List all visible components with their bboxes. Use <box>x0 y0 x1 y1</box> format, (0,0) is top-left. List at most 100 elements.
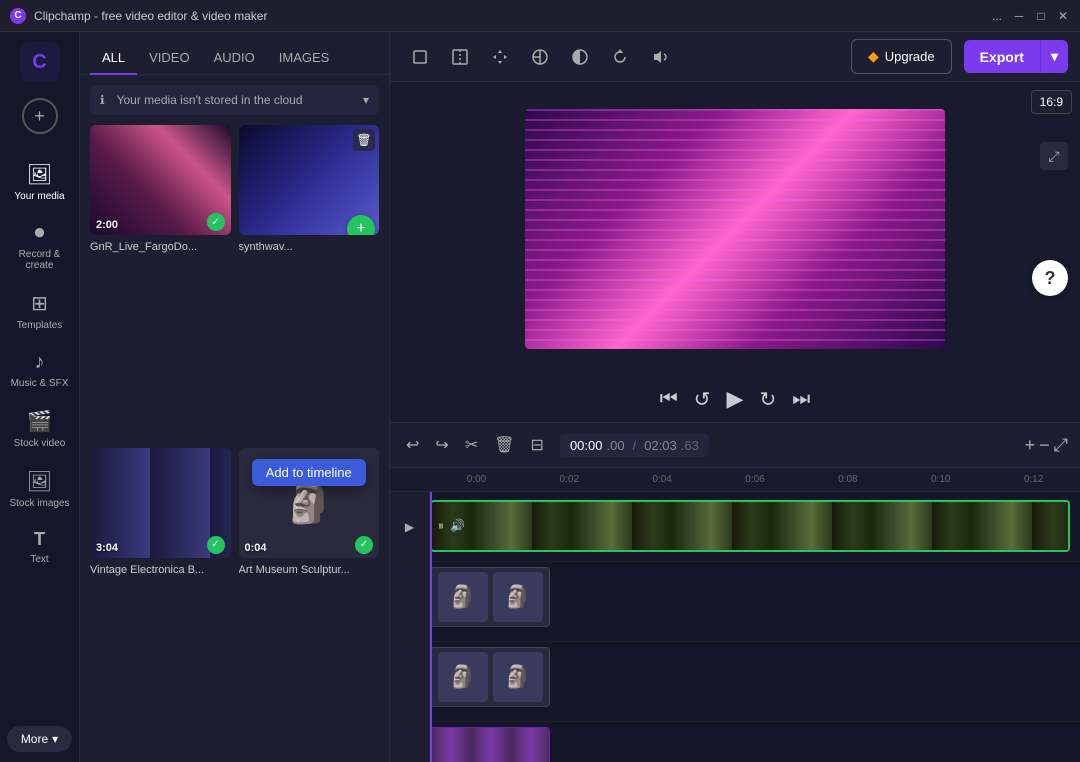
trim-tool-button[interactable] <box>442 39 478 75</box>
media-check-icon: ✓ <box>207 213 225 231</box>
text-icon: T <box>34 529 45 550</box>
redo-button[interactable]: ↪ <box>431 431 452 459</box>
play-button[interactable]: ▶ <box>727 386 744 412</box>
add-to-timeline-button[interactable]: + <box>347 215 375 235</box>
expand-preview-button[interactable]: ⤢ <box>1040 142 1068 170</box>
close-button[interactable]: ✕ <box>1056 9 1070 23</box>
sculpture-clip-2[interactable]: 🗿 🗿 <box>430 647 550 707</box>
media-duration: 3:04 <box>96 542 118 554</box>
sidebar-item-record-create[interactable]: ⏺ Record & create <box>4 214 76 279</box>
sidebar-item-label: Record & create <box>8 249 72 271</box>
main-area: ◆ Upgrade Export ▾ 16:9 ⤢ <box>390 32 1080 762</box>
pause-icon: ⏸ <box>438 519 444 534</box>
rotate-tool-button[interactable] <box>602 39 638 75</box>
tab-audio[interactable]: AUDIO <box>202 42 267 75</box>
preview-video <box>525 109 945 349</box>
media-duration: 2:00 <box>96 219 118 231</box>
media-filename: GnR_Live_FargoDo... <box>90 241 231 253</box>
cloud-bar-text: Your media isn't stored in the cloud <box>117 93 303 107</box>
add-to-timeline-tooltip: Add to timeline <box>252 459 366 486</box>
crop-tool-button[interactable] <box>402 39 438 75</box>
export-chevron-icon[interactable]: ▾ <box>1040 40 1068 73</box>
minimize-button[interactable]: ─ <box>1012 9 1026 23</box>
sidebar-item-text[interactable]: T Text <box>4 521 76 573</box>
timeline-toolbar: ↩ ↪ ✂ 🗑 ⊟ 00:00 .00 / 02:03 .63 + − ⤢ <box>390 423 1080 468</box>
audio-tool-button[interactable] <box>642 39 678 75</box>
sidebar-item-your-media[interactable]: 🖼 Your media <box>4 154 76 210</box>
upgrade-diamond-icon: ◆ <box>868 48 879 65</box>
forward-button[interactable]: ↻ <box>759 387 776 412</box>
app-container: C + 🖼 Your media ⏺ Record & create ⊞ Tem… <box>0 32 1080 762</box>
skip-back-button[interactable]: ⏮ <box>660 388 678 411</box>
ruler-marks: 0:00 0:02 0:04 0:06 0:08 0:10 0:12 <box>430 474 1080 485</box>
filter-tool-button[interactable] <box>562 39 598 75</box>
cut-button[interactable]: ✂ <box>461 431 482 459</box>
maximize-button[interactable]: □ <box>1034 9 1048 23</box>
preview-container: 16:9 ⤢ ? <box>390 82 1080 376</box>
undo-button[interactable]: ↩ <box>402 431 423 459</box>
sidebar-item-stock-video[interactable]: 🎬 Stock video <box>4 401 76 457</box>
media-panel: ALL VIDEO AUDIO IMAGES ℹ Your media isn'… <box>80 32 390 762</box>
aspect-ratio-badge[interactable]: 16:9 <box>1031 90 1072 114</box>
timeline-area: ↩ ↪ ✂ 🗑 ⊟ 00:00 .00 / 02:03 .63 + − ⤢ <box>390 422 1080 762</box>
color-tool-button[interactable] <box>522 39 558 75</box>
track-content[interactable]: ⏸ 🔊 <box>430 492 1080 561</box>
export-button[interactable]: Export ▾ <box>964 40 1068 73</box>
more-button[interactable]: More ▾ <box>7 726 72 752</box>
sidebar-item-label: Music & SFX <box>11 378 69 389</box>
skip-forward-button[interactable]: ⏭ <box>792 388 810 411</box>
zoom-fit-button[interactable]: ⤢ <box>1054 435 1068 456</box>
sidebar-item-stock-images[interactable]: 🖼 Stock images <box>4 461 76 517</box>
playhead[interactable] <box>430 492 432 762</box>
sidebar-item-label: Stock video <box>14 438 66 449</box>
media-delete-button[interactable]: 🗑 <box>353 129 375 151</box>
media-item-vintage[interactable]: 3:04 ✓ Vintage Electronica B... <box>90 448 231 762</box>
tab-all[interactable]: ALL <box>90 42 137 75</box>
help-button[interactable]: ? <box>1032 260 1068 296</box>
delete-button[interactable]: 🗑 <box>490 431 518 459</box>
cloud-bar-chevron-icon: ▾ <box>363 93 369 107</box>
rewind-button[interactable]: ↺ <box>694 387 711 412</box>
media-item-gnr[interactable]: 2:00 ✓ GnR_Live_FargoDo... <box>90 125 231 440</box>
track-content[interactable] <box>430 722 1080 762</box>
ruler-mark: 0:10 <box>894 474 987 485</box>
sculpture-clip[interactable]: 🗿 🗿 <box>430 567 550 627</box>
zoom-minus-button[interactable]: − <box>1039 435 1050 456</box>
media-check-icon: ✓ <box>207 536 225 554</box>
zoom-add-button[interactable]: + <box>1025 435 1036 456</box>
sculpture-thumb-3: 🗿 <box>438 652 488 702</box>
track-content[interactable]: 🗿 🗿 <box>430 562 1080 641</box>
track-label <box>390 642 430 721</box>
cloud-storage-bar[interactable]: ℹ Your media isn't stored in the cloud ▾ <box>90 85 379 115</box>
ruler-mark: 0:02 <box>523 474 616 485</box>
export-label: Export <box>964 41 1040 73</box>
add-media-button[interactable]: + <box>22 98 58 134</box>
media-grid: 2:00 ✓ GnR_Live_FargoDo... 🗑 + synthwav.… <box>80 125 389 762</box>
sidebar-item-templates[interactable]: ⊞ Templates <box>4 283 76 339</box>
sidebar-item-music-sfx[interactable]: ♪ Music & SFX <box>4 343 76 397</box>
sidebar: C + 🖼 Your media ⏺ Record & create ⊞ Tem… <box>0 32 80 762</box>
more-options-button[interactable]: ... <box>990 9 1004 23</box>
time-separator: / <box>633 438 637 453</box>
ruler-mark: 0:08 <box>801 474 894 485</box>
toolbar: ◆ Upgrade Export ▾ <box>390 32 1080 82</box>
video-track: ▶ ⏸ 🔊 <box>390 492 1080 562</box>
track-label <box>390 562 430 641</box>
track-content[interactable]: 🗿 🗿 <box>430 642 1080 721</box>
synth-clip[interactable] <box>430 727 550 762</box>
upgrade-button[interactable]: ◆ Upgrade <box>851 39 952 74</box>
sidebar-item-label: Your media <box>14 191 64 202</box>
tab-images[interactable]: IMAGES <box>267 42 342 75</box>
current-time: 00:00 <box>570 438 603 453</box>
total-time-ms: .63 <box>681 438 699 453</box>
media-item-synthwave[interactable]: 🗑 + synthwav... Add to timeline <box>239 125 380 440</box>
media-filename: Art Museum Sculptur... <box>239 564 380 576</box>
media-item-art-museum[interactable]: 🗿 0:04 ✓ Art Museum Sculptur... <box>239 448 380 762</box>
split-button[interactable]: ⊟ <box>527 431 548 459</box>
video-clip[interactable]: ⏸ 🔊 <box>430 500 1070 552</box>
ruler-mark: 0:12 <box>987 474 1080 485</box>
titlebar-controls: ... ─ □ ✕ <box>990 9 1070 23</box>
transform-tool-button[interactable] <box>482 39 518 75</box>
tab-video[interactable]: VIDEO <box>137 42 201 75</box>
ruler-mark: 0:06 <box>709 474 802 485</box>
